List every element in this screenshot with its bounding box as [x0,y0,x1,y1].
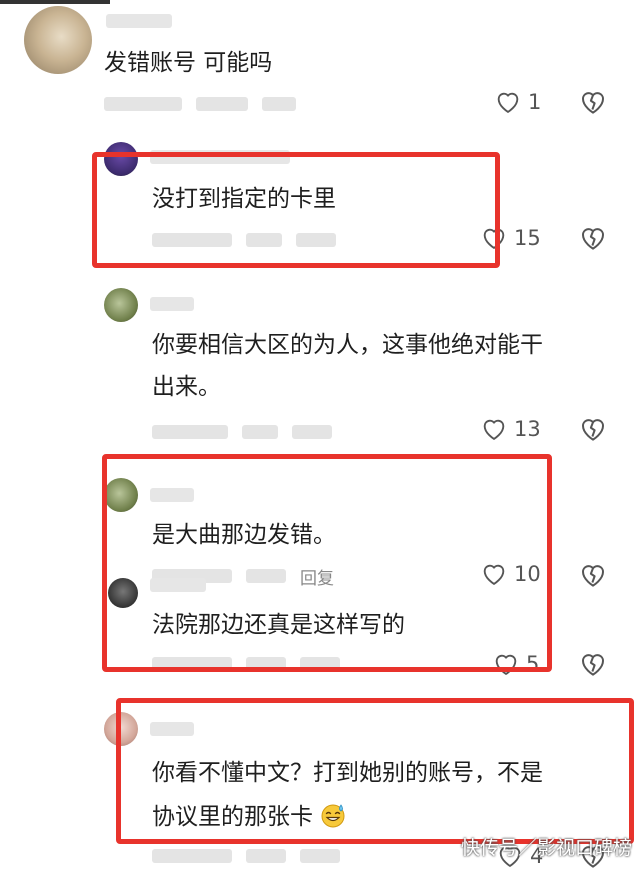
heart-outline-icon [480,560,508,588]
username[interactable] [150,578,206,592]
like-count: 5 [526,652,540,676]
broken-heart-icon[interactable] [578,87,608,117]
like-count: 15 [514,226,541,250]
like-count: 1 [528,90,542,114]
comment-meta [152,848,340,864]
comment-text: 没打到指定的卡里 [152,186,336,212]
sweat-smile-emoji [321,804,345,828]
broken-heart-icon[interactable] [578,223,608,253]
username[interactable] [106,14,172,28]
comment-text-line-2-label: 协议里的那张卡 [152,804,313,830]
comment-text: 法院那边还真是这样写的 [152,612,405,638]
comment-text: 是大曲那边发错。 [152,522,336,548]
broken-heart-icon[interactable] [578,414,608,444]
username[interactable] [150,488,194,502]
like-button[interactable]: 13 [480,415,541,443]
avatar[interactable] [104,142,138,176]
like-button[interactable]: 1 [494,88,541,116]
reply-link[interactable]: 回复 [300,564,334,589]
avatar[interactable] [104,288,138,322]
heart-outline-icon [492,650,520,678]
heart-outline-icon [494,88,522,116]
heart-outline-icon [480,415,508,443]
top-divider [0,0,110,4]
comment-text: 发错账号 可能吗 [104,50,273,76]
heart-outline-icon [480,224,508,252]
username[interactable] [150,722,194,736]
comment-meta [152,424,332,440]
avatar[interactable] [108,578,138,608]
like-count: 13 [514,417,541,441]
avatar[interactable] [104,712,138,746]
broken-heart-icon[interactable] [578,649,608,679]
comment-text-line-1: 你看不懂中文？打到她别的账号，不是 [152,760,543,786]
comment-text-line-2: 出来。 [152,374,221,400]
avatar[interactable] [104,478,138,512]
comment-meta [104,96,296,112]
like-button[interactable]: 15 [480,224,541,252]
comment-meta [152,656,340,672]
comment-text-line-2: 协议里的那张卡 [152,796,346,838]
like-button[interactable]: 5 [492,650,539,678]
avatar[interactable] [24,6,92,74]
watermark: 快传号／影视口碑榜 [460,837,632,859]
comment-text-line-1: 你要相信大区的为人，这事他绝对能干 [152,332,543,358]
like-count: 10 [514,562,541,586]
like-button[interactable]: 10 [480,560,541,588]
username[interactable] [150,297,194,311]
broken-heart-icon[interactable] [578,560,608,590]
username[interactable] [150,150,290,164]
comment-meta [152,232,336,248]
